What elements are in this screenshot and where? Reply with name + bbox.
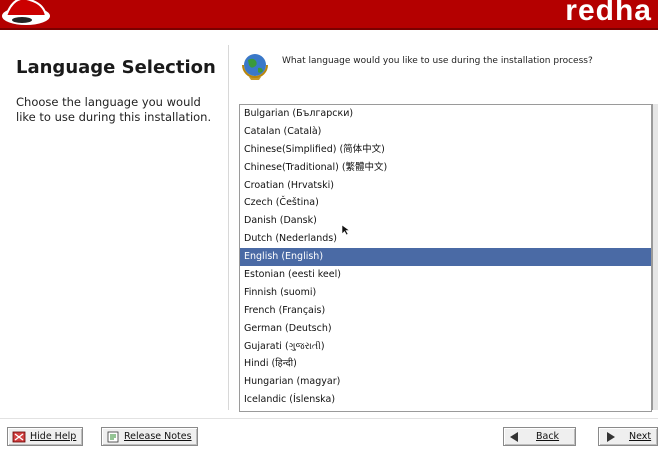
language-list[interactable]: Bulgarian (Български) Catalan (Català) C…	[239, 104, 652, 412]
language-option-selected[interactable]: English (English)	[240, 248, 651, 267]
next-button[interactable]: Next	[598, 427, 658, 446]
brand-text: redha	[565, 0, 652, 27]
language-option[interactable]: Catalan (Català)	[240, 123, 651, 141]
hide-help-icon	[12, 431, 26, 442]
help-panel: Language Selection Choose the language y…	[6, 45, 229, 410]
header-banner: redha	[0, 0, 658, 30]
language-option[interactable]: French (Français)	[240, 302, 651, 320]
language-option[interactable]: Finnish (suomi)	[240, 284, 651, 302]
document-icon	[107, 431, 119, 442]
arrow-right-icon	[607, 431, 615, 442]
back-label: Back	[536, 431, 560, 442]
language-option[interactable]: Dutch (Nederlands)	[240, 230, 651, 248]
mouse-pointer-icon	[341, 224, 351, 236]
language-option[interactable]: Czech (Čeština)	[240, 194, 651, 212]
release-notes-button[interactable]: Release Notes	[101, 427, 198, 446]
language-option[interactable]: Icelandic (Íslenska)	[240, 391, 651, 409]
next-label: Next	[629, 431, 652, 442]
language-option[interactable]: Chinese(Traditional) (繁體中文)	[240, 159, 651, 177]
language-option[interactable]: Hungarian (magyar)	[240, 373, 651, 391]
back-button[interactable]: Back	[503, 427, 576, 446]
globe-icon	[242, 54, 268, 80]
language-option[interactable]: German (Deutsch)	[240, 320, 651, 338]
help-title: Language Selection	[16, 57, 216, 78]
help-text: Choose the language you would like to us…	[16, 95, 212, 124]
language-option[interactable]: Bulgarian (Български)	[240, 105, 651, 123]
hide-help-label: Hide Help	[30, 431, 77, 442]
redhat-logo-icon	[2, 0, 50, 25]
language-option[interactable]: Chinese(Simplified) (简体中文)	[240, 141, 651, 159]
language-option[interactable]: Estonian (eesti keel)	[240, 266, 651, 284]
language-option[interactable]: Hindi (हिन्दी)	[240, 355, 651, 373]
bottom-divider	[0, 418, 658, 419]
hide-help-button[interactable]: Hide Help	[7, 427, 83, 446]
language-option[interactable]: Gujarati (ગુજરાતી)	[240, 338, 651, 356]
language-question: What language would you like to use duri…	[282, 56, 593, 66]
language-option[interactable]: Danish (Dansk)	[240, 212, 651, 230]
language-option[interactable]: Croatian (Hrvatski)	[240, 177, 651, 195]
list-scrollbar[interactable]	[652, 104, 658, 410]
release-notes-label: Release Notes	[124, 431, 192, 442]
arrow-left-icon	[510, 431, 518, 442]
